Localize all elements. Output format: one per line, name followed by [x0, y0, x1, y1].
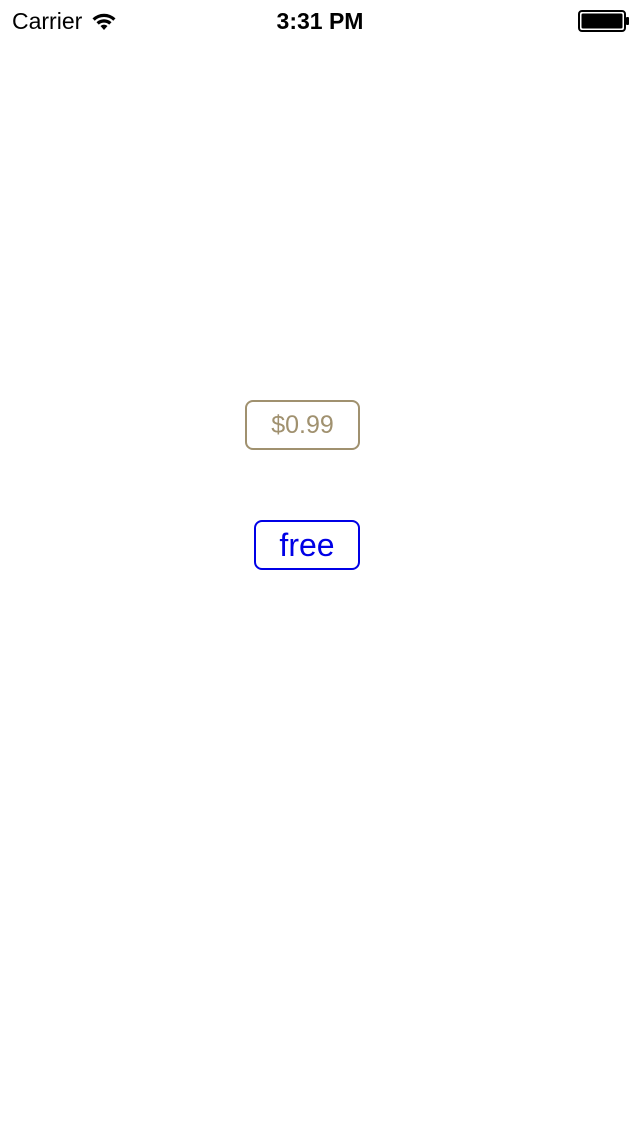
battery-icon: [578, 10, 629, 32]
status-bar: Carrier 3:31 PM: [0, 0, 640, 40]
price-button[interactable]: $0.99: [245, 400, 360, 450]
free-button[interactable]: free: [254, 520, 360, 570]
status-time: 3:31 PM: [276, 8, 364, 34]
